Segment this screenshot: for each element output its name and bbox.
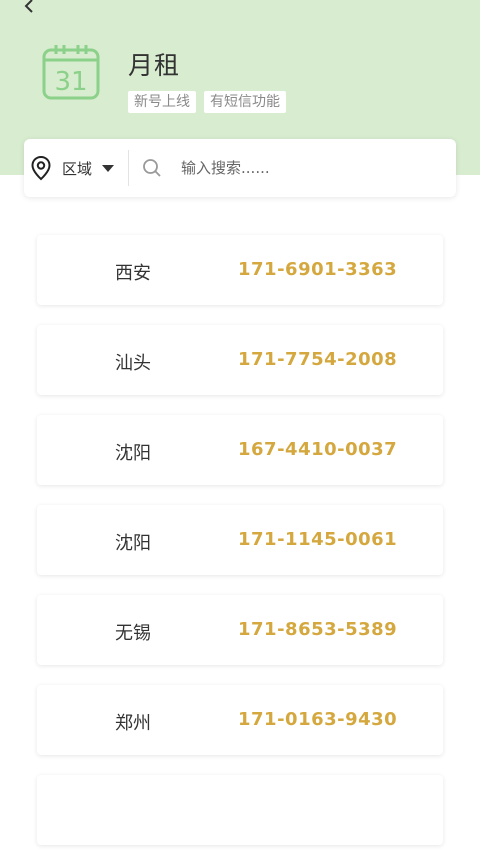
list-item[interactable]: 沈阳 171-1145-0061: [37, 505, 443, 575]
item-number: 171-0163-9430: [238, 709, 398, 730]
search-bar: 区域: [24, 139, 456, 197]
search-input[interactable]: [179, 158, 404, 178]
region-label: 区域: [62, 159, 93, 178]
tag-group: 新号上线 有短信功能: [128, 91, 286, 113]
back-button[interactable]: [18, 0, 42, 18]
item-number: 167-4410-0037: [238, 439, 398, 460]
tag-sms-feature: 有短信功能: [204, 91, 286, 113]
item-city: 郑州: [115, 713, 151, 734]
item-city: 沈阳: [115, 443, 151, 464]
list-item[interactable]: 汕头 171-7754-2008: [37, 325, 443, 395]
list-item[interactable]: 郑州 171-0163-9430: [37, 685, 443, 755]
item-city: 沈阳: [115, 533, 151, 554]
tag-new-number: 新号上线: [128, 91, 196, 113]
item-city: 西安: [115, 263, 151, 284]
page-title: 月租: [128, 51, 181, 80]
location-pin-icon: [31, 155, 51, 181]
calendar-day: 31: [54, 67, 87, 97]
item-city: 无锡: [115, 623, 151, 644]
list-item[interactable]: 西安 171-6901-3363: [37, 235, 443, 305]
number-list: 西安 171-6901-3363 汕头 171-7754-2008 沈阳 167…: [37, 235, 443, 865]
list-item[interactable]: 沈阳 167-4410-0037: [37, 415, 443, 485]
item-number: 171-1145-0061: [238, 529, 398, 550]
item-number: 171-8653-5389: [238, 619, 398, 640]
list-item[interactable]: [37, 775, 443, 845]
item-number: 171-7754-2008: [238, 349, 398, 370]
search-icon: [143, 159, 161, 177]
caret-down-icon: [102, 164, 115, 172]
chevron-left-icon: [24, 0, 33, 13]
calendar-icon: 31: [42, 44, 100, 100]
region-selector[interactable]: 区域: [24, 139, 115, 197]
list-item[interactable]: 无锡 171-8653-5389: [37, 595, 443, 665]
item-city: 汕头: [115, 353, 151, 374]
item-number: 171-6901-3363: [238, 259, 398, 280]
divider: [128, 150, 130, 186]
